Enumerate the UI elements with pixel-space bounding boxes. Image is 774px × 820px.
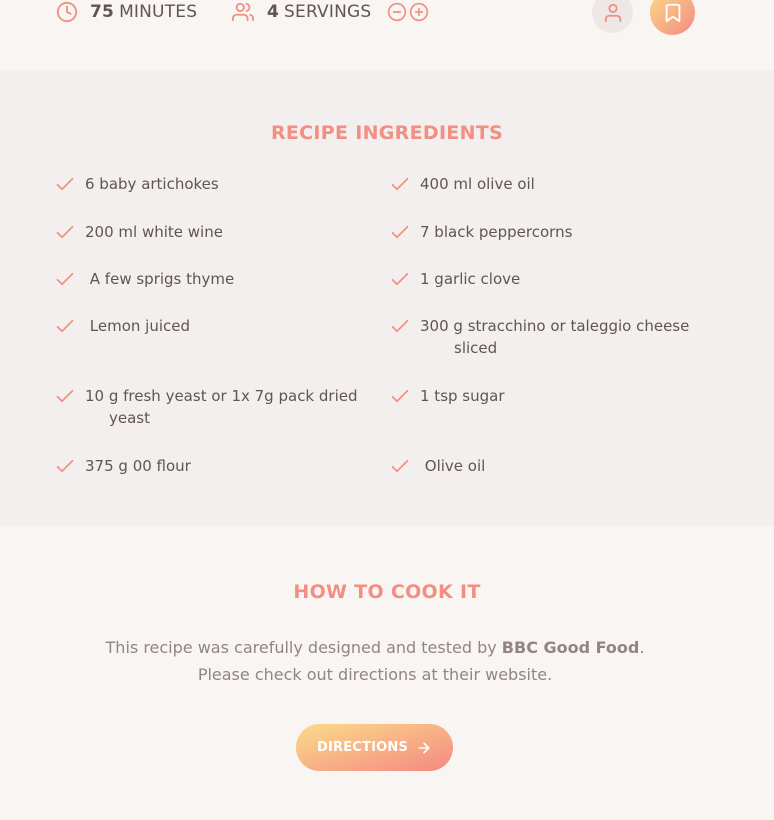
check-icon: [56, 385, 74, 407]
arrow-right-icon: [418, 742, 430, 753]
ingredient-text: 400 ml olive oil: [420, 175, 535, 193]
check-icon: [391, 385, 409, 407]
ingredient-line-wrap: yeast: [109, 409, 150, 427]
ingredient-line-wrap: sliced: [454, 339, 498, 357]
ingredient-text: 10 g fresh yeast or 1x 7g pack dried yeas…: [85, 385, 358, 429]
check-icon: [391, 221, 409, 243]
ingredient-item: 7 black peppercorns: [391, 221, 572, 243]
ingredient-item: 1 garlic clove: [391, 268, 520, 290]
users-icon: [231, 1, 255, 23]
ingredients-heading: RECIPE INGREDIENTS: [270, 122, 504, 144]
ingredient-item: Olive oil: [391, 455, 485, 477]
duration-value: 75: [90, 2, 115, 22]
check-icon: [56, 173, 74, 195]
cook-text-before: This recipe was carefully designed and t…: [105, 638, 502, 657]
ingredient-item: Lemon juiced: [56, 315, 190, 337]
directions-button[interactable]: DIRECTIONS: [296, 724, 453, 771]
ingredient-text: 200 ml white wine: [85, 223, 223, 241]
check-icon: [56, 455, 74, 477]
recipe-info-bar: 75 MINUTES 4 SERVINGS: [0, 0, 774, 70]
duration-unit: MINUTES: [119, 2, 198, 22]
ingredient-text: 7 black peppercorns: [420, 223, 573, 241]
decrease-servings-button[interactable]: [387, 2, 407, 22]
check-icon: [391, 268, 409, 290]
plus-circle-icon: [410, 2, 429, 22]
ingredient-text: 1 garlic clove: [420, 270, 521, 288]
publisher-name: BBC Good Food: [501, 638, 640, 657]
ingredient-item: 200 ml white wine: [56, 221, 223, 243]
servings-unit: SERVINGS: [284, 2, 372, 22]
check-icon: [391, 173, 409, 195]
ingredient-text: Lemon juiced: [85, 317, 191, 335]
ingredient-text: 1 tsp sugar: [420, 387, 505, 405]
directions-label: DIRECTIONS: [316, 740, 409, 755]
duration-info: 75 MINUTES: [56, 1, 198, 23]
increase-servings-button[interactable]: [409, 2, 429, 22]
how-to-cook-heading: HOW TO COOK IT: [293, 581, 481, 603]
bookmark-button[interactable]: [650, 0, 695, 35]
ingredient-item: 6 baby artichokes: [56, 173, 219, 195]
ingredient-text: Olive oil: [420, 457, 486, 475]
cook-description: This recipe was carefully designed and t…: [90, 634, 660, 688]
minus-circle-icon: [388, 2, 407, 22]
ingredient-line: 300 g stracchino or taleggio cheese: [420, 317, 690, 335]
ingredient-item: 10 g fresh yeast or 1x 7g pack dried yeas…: [56, 385, 358, 429]
ingredient-text: 375 g 00 flour: [85, 457, 191, 475]
ingredient-line: 10 g fresh yeast or 1x 7g pack dried: [85, 387, 358, 405]
ingredient-item: A few sprigs thyme: [56, 268, 234, 290]
check-icon: [56, 315, 74, 337]
servings-value: 4: [267, 2, 280, 22]
check-icon: [391, 455, 409, 477]
ingredient-item: 375 g 00 flour: [56, 455, 191, 477]
ingredient-text: A few sprigs thyme: [85, 270, 235, 288]
ingredient-item: 300 g stracchino or taleggio cheese slice…: [391, 315, 689, 359]
ingredient-text: 6 baby artichokes: [85, 175, 219, 193]
ingredient-item: 1 tsp sugar: [391, 385, 505, 407]
user-generated-button[interactable]: [592, 0, 633, 33]
clock-icon: [56, 1, 78, 23]
check-icon: [391, 315, 409, 337]
ingredient-item: 400 ml olive oil: [391, 173, 535, 195]
servings-info: 4 SERVINGS: [231, 2, 429, 22]
bookmark-icon: [665, 3, 680, 22]
ingredient-text: 300 g stracchino or taleggio cheese slice…: [420, 315, 689, 359]
check-icon: [56, 268, 74, 290]
user-icon: [604, 3, 621, 22]
check-icon: [56, 221, 74, 243]
